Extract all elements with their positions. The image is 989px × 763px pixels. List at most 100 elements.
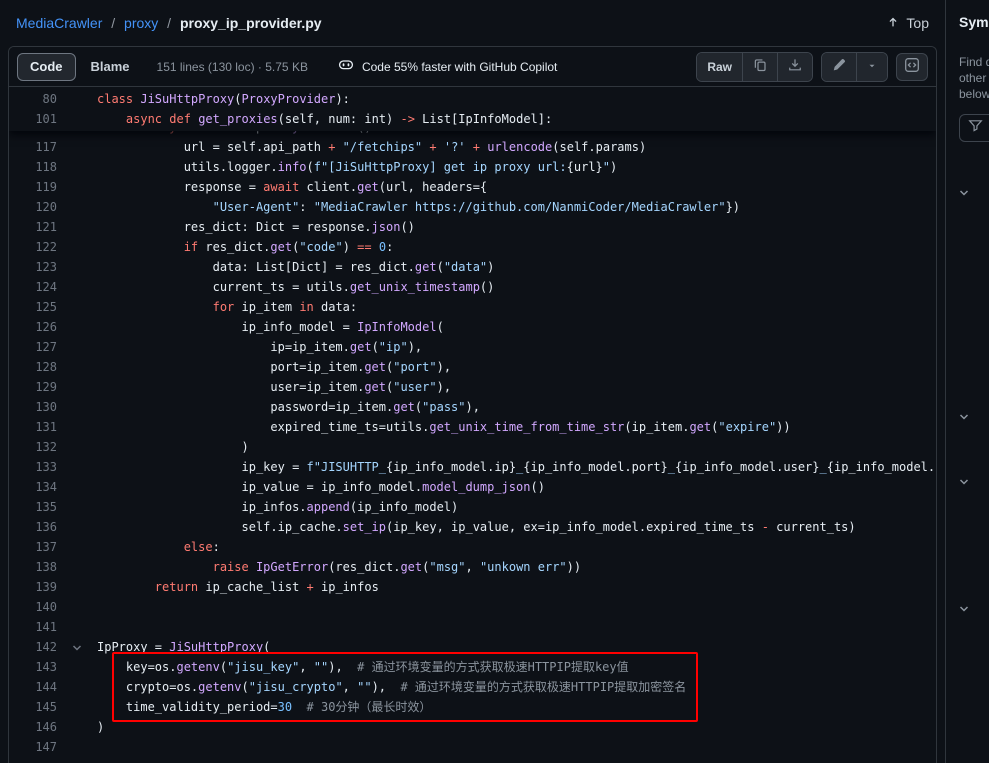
line-number[interactable]: 144 — [9, 677, 57, 697]
code-text: for ip_item in data: — [97, 297, 357, 317]
code-line: 120 "User-Agent": "MediaCrawler https://… — [9, 197, 936, 217]
code-token: "user" — [393, 380, 436, 394]
line-number[interactable]: 140 — [9, 597, 57, 617]
line-number[interactable]: 132 — [9, 437, 57, 457]
symbols-panel-button[interactable] — [896, 53, 928, 81]
code-token: key=os. — [97, 660, 176, 674]
line-number[interactable]: 80 — [9, 89, 57, 109]
code-text: current_ts = utils.get_unix_timestamp() — [97, 277, 494, 297]
chevron-down-icon[interactable] — [958, 602, 970, 614]
line-number[interactable]: 129 — [9, 377, 57, 397]
code-token: (ip_item. — [624, 420, 689, 434]
breadcrumb-path: MediaCrawler / proxy / proxy_ip_provider… — [16, 15, 322, 31]
code-line: 132 ) — [9, 437, 936, 457]
code-token: get — [415, 260, 437, 274]
download-button[interactable] — [777, 53, 812, 81]
line-number[interactable]: 147 — [9, 737, 57, 757]
code-token: {url} — [567, 160, 603, 174]
line-number[interactable]: 124 — [9, 277, 57, 297]
code-token: (res_dict. — [328, 560, 400, 574]
line-number[interactable]: 117 — [9, 137, 57, 157]
code-token: JiSuHttpProxy — [140, 92, 234, 106]
line-number[interactable]: 128 — [9, 357, 57, 377]
code-line: 143 key=os.getenv("jisu_key", ""), # 通过环… — [9, 657, 936, 677]
code-text: res_dict: Dict = response.json() — [97, 217, 415, 237]
code-token: (url, headers={ — [379, 180, 487, 194]
code-line: 80class JiSuHttpProxy(ProxyProvider): — [9, 89, 936, 109]
file-info: 151 lines (130 loc) · 5.75 KB — [157, 60, 308, 74]
code-line: 125 for ip_item in data: — [9, 297, 936, 317]
line-number[interactable]: 136 — [9, 517, 57, 537]
edit-button[interactable] — [822, 53, 856, 81]
line-number[interactable]: 119 — [9, 177, 57, 197]
line-number[interactable]: 123 — [9, 257, 57, 277]
code-token: ), — [437, 360, 451, 374]
code-token: "port" — [393, 360, 436, 374]
code-token: get_proxies — [198, 112, 277, 126]
line-number[interactable]: 122 — [9, 237, 57, 257]
code-token: _ — [820, 460, 827, 474]
code-token: "jisu_crypto" — [249, 680, 343, 694]
code-line: 129 user=ip_item.get("user"), — [9, 377, 936, 397]
gutter-expander — [57, 437, 97, 457]
code-line: 139 return ip_cache_list + ip_infos — [9, 577, 936, 597]
line-number[interactable]: 131 — [9, 417, 57, 437]
code-token: current_ts = utils. — [97, 280, 350, 294]
breadcrumb-repo-link[interactable]: MediaCrawler — [16, 15, 102, 31]
code-token: '?' — [444, 140, 466, 154]
raw-button[interactable]: Raw — [697, 53, 742, 81]
code-token: ) — [343, 240, 357, 254]
line-number[interactable]: 146 — [9, 717, 57, 737]
line-number[interactable]: 143 — [9, 657, 57, 677]
line-number[interactable]: 142 — [9, 637, 57, 657]
line-number[interactable]: 120 — [9, 197, 57, 217]
line-number[interactable]: 130 — [9, 397, 57, 417]
line-number[interactable]: 121 — [9, 217, 57, 237]
code-token: ip_cache_list — [198, 580, 306, 594]
line-number[interactable]: 127 — [9, 337, 57, 357]
line-number[interactable]: 126 — [9, 317, 57, 337]
code-token: (ip_info_model) — [350, 500, 458, 514]
code-text: password=ip_item.get("pass"), — [97, 397, 480, 417]
line-number[interactable]: 138 — [9, 557, 57, 577]
line-number[interactable]: 101 — [9, 109, 57, 129]
code-text: expired_time_ts=utils.get_unix_time_from… — [97, 417, 791, 437]
triangle-down-icon — [867, 60, 877, 74]
back-to-top-button[interactable]: Top — [886, 15, 929, 32]
line-number[interactable]: 137 — [9, 537, 57, 557]
code-text: ip=ip_item.get("ip"), — [97, 337, 422, 357]
code-text: time_validity_period=30 # 30分钟（最长时效） — [97, 697, 431, 717]
code-token: JiSuHttpProxy — [169, 640, 263, 654]
code-token: append — [307, 500, 350, 514]
collapse-chevron-icon[interactable] — [57, 637, 97, 657]
line-number[interactable]: 135 — [9, 497, 57, 517]
line-number[interactable]: 133 — [9, 457, 57, 477]
gutter-expander — [57, 177, 97, 197]
symbols-filter-input[interactable] — [959, 114, 989, 142]
code-text: if res_dict.get("code") == 0: — [97, 237, 393, 257]
line-number[interactable]: 134 — [9, 477, 57, 497]
line-number[interactable]: 139 — [9, 577, 57, 597]
chevron-down-icon[interactable] — [958, 475, 970, 487]
code-blame-switcher: Code Blame — [17, 53, 143, 81]
code-token: # 通过环境变量的方式获取极速HTTPIP提取key值 — [357, 660, 628, 674]
tab-blame[interactable]: Blame — [78, 53, 143, 81]
line-number[interactable]: 125 — [9, 297, 57, 317]
edit-dropdown-button[interactable] — [856, 53, 887, 81]
line-number[interactable]: 118 — [9, 157, 57, 177]
code-text: port=ip_item.get("port"), — [97, 357, 451, 377]
tab-code[interactable]: Code — [17, 53, 76, 81]
code-token: get — [270, 240, 292, 254]
line-number[interactable]: 145 — [9, 697, 57, 717]
copy-button[interactable] — [742, 53, 777, 81]
gutter-expander — [57, 557, 97, 577]
code-token: List[IpInfoModel]: — [415, 112, 552, 126]
code-token: ), — [408, 340, 422, 354]
line-number[interactable]: 141 — [9, 617, 57, 637]
breadcrumb-dir-link[interactable]: proxy — [124, 15, 158, 31]
code-token: user=ip_item. — [97, 380, 364, 394]
chevron-down-icon[interactable] — [958, 410, 970, 422]
code-token: : — [213, 540, 220, 554]
code-line: 137 else: — [9, 537, 936, 557]
chevron-down-icon[interactable] — [958, 186, 970, 198]
